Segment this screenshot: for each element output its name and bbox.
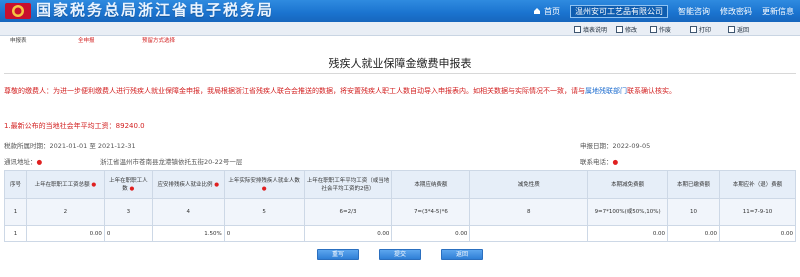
action-bar: 重写 提交 返回 [0, 249, 800, 260]
page-title: 残疾人就业保障金缴费申报表 [328, 57, 472, 70]
top-nav: 首页 温州安可工艺品有限公司 智能咨询 修改密码 更新信息 [533, 0, 794, 22]
period-row: 税款所属时期：2021-01-01 至 2021-12-31 申报日期：2022… [4, 140, 796, 150]
document-icon [574, 25, 581, 33]
formula-cell: 3 [103, 198, 153, 226]
home-icon [534, 8, 540, 14]
divider [4, 73, 796, 74]
print-icon [690, 25, 697, 33]
back-toolbar-label: 返回 [737, 26, 750, 34]
notice-link[interactable]: 属地残联部门 [585, 87, 627, 95]
avg-wage-cell: 0.00 [303, 225, 393, 242]
formula-cell: 7=(3*4-5)*6 [391, 198, 471, 226]
formula-cell: 2 [25, 198, 105, 226]
table-header: 上年在职职工人数 ● [103, 170, 153, 199]
crumb-status[interactable]: 全申报 [78, 36, 95, 47]
phone-label: 联系电话： [580, 158, 613, 166]
required-mark: ● [36, 158, 43, 166]
formula-cell: 4 [151, 198, 225, 226]
print-button[interactable]: 打印 [690, 24, 711, 34]
table-header: 本期减免费额 [587, 170, 669, 199]
formula-cell: 6=2/3 [303, 198, 393, 226]
void-button[interactable]: 作废 [650, 24, 671, 34]
formula-cell: 9=7*100%(或50%,10%) [587, 198, 669, 226]
salary-notice: 1.最新公布的当地社会年平均工资：89240.0 [4, 122, 145, 130]
nav-home[interactable]: 首页 [533, 6, 560, 17]
notice-lead: 尊敬的缴费人： [4, 87, 53, 95]
paid-amount-cell: 0.00 [667, 225, 720, 242]
table-header: 应安排残疾人就业比例 ● [151, 170, 225, 199]
nav-switch-identity[interactable]: 更新信息 [762, 6, 794, 17]
back-icon [728, 25, 735, 33]
disabled-count-input[interactable]: 0 [223, 225, 305, 242]
table-header: 序号 [4, 170, 27, 199]
period-value: 2021-01-01 至 2021-12-31 [49, 142, 136, 150]
levy-table: 序号 上年在职职工工资总额 ● 上年在职职工人数 ● 应安排残疾人就业比例 ● … [4, 170, 796, 242]
table-header-row: 序号 上年在职职工工资总额 ● 上年在职职工人数 ● 应安排残疾人就业比例 ● … [4, 170, 796, 199]
formula-row: 1 2 3 4 5 6=2/3 7=(3*4-5)*6 8 9=7*100%(或… [4, 198, 796, 226]
formula-cell: 1 [4, 198, 27, 226]
employee-count-input[interactable]: 0 [103, 225, 153, 242]
formula-cell: 5 [223, 198, 305, 226]
table-header: 减免性质 [469, 170, 589, 199]
nav-change-password[interactable]: 修改密码 [720, 6, 752, 17]
modify-label: 修改 [625, 26, 638, 34]
payable-cell: 0.00 [391, 225, 471, 242]
table-header: 上年实际安排残疾人就业人数 ● [223, 170, 305, 199]
table-header: 上年在职职工工资总额 ● [25, 170, 105, 199]
company-name-box[interactable]: 温州安可工艺品有限公司 [570, 4, 668, 18]
breadcrumb: 申报表 全申报 预留方式选择 [0, 36, 800, 47]
declare-date-value: 2022-09-05 [612, 142, 651, 150]
exemption-type-select[interactable] [469, 225, 589, 242]
wage-total-input[interactable]: 0.00 [25, 225, 105, 242]
fill-guide-label: 填表说明 [583, 26, 608, 34]
address-row: 通讯地址：● 浙江省温州市苍南县龙港镇依托五街20-22号一层 联系电话：● [4, 156, 796, 166]
nav-smart-advice[interactable]: 智能咨询 [678, 6, 710, 17]
period-label: 税款所属时期： [4, 142, 50, 150]
notice-tail: 联系确认核实。 [627, 87, 676, 95]
nav-home-label: 首页 [544, 6, 560, 16]
back-toolbar-button[interactable]: 返回 [728, 24, 749, 34]
formula-cell: 11=7-9-10 [719, 198, 796, 226]
row-index: 1 [4, 225, 27, 242]
fill-guide-button[interactable]: 填表说明 [574, 24, 607, 34]
table-header: 本期已缴费额 [667, 170, 720, 199]
refund-amount-cell: 0.00 [719, 225, 796, 242]
modify-button[interactable]: 修改 [616, 24, 637, 34]
address-label: 通讯地址： [4, 158, 37, 166]
site-title: 国家税务总局浙江省电子税务局 [36, 1, 275, 19]
reset-button[interactable]: 重写 [317, 249, 359, 260]
form-toolbar: 填表说明 修改 作废 打印 返回 [0, 22, 800, 36]
exemption-amount-cell: 0.00 [587, 225, 669, 242]
void-label: 作废 [659, 26, 672, 34]
notice-text: 尊敬的缴费人：为进一步便利缴费人进行残疾人就业保障金申报，我局根据浙江省残疾人联… [4, 83, 796, 100]
back-button[interactable]: 返回 [441, 249, 483, 260]
tax-emblem-icon [5, 3, 31, 19]
address-value: 浙江省温州市苍南县龙港镇依托五街20-22号一层 [100, 158, 243, 166]
print-label: 打印 [699, 26, 712, 34]
ratio-cell: 1.50% [151, 225, 225, 242]
table-header: 本期应补（退）费额 [719, 170, 796, 199]
crumb-apply[interactable]: 申报表 [10, 36, 27, 47]
submit-button[interactable]: 提交 [379, 249, 421, 260]
void-icon [650, 25, 657, 33]
table-header: 本期应纳费额 [391, 170, 471, 199]
formula-cell: 8 [469, 198, 589, 226]
table-header: 上年在职职工年平均工资（或当地社会平均工资的2倍） [303, 170, 393, 199]
edit-icon [616, 25, 623, 33]
site-header: 国家税务总局浙江省电子税务局 首页 温州安可工艺品有限公司 智能咨询 修改密码 … [0, 0, 800, 22]
declare-date-label: 申报日期： [580, 142, 613, 150]
formula-cell: 10 [667, 198, 720, 226]
notice-body: 为进一步便利缴费人进行残疾人就业保障金申报，我局根据浙江省残疾人联合会推送的数据… [53, 87, 585, 95]
crumb-tab[interactable]: 预留方式选择 [142, 36, 175, 47]
table-row: 1 0.00 0 1.50% 0 0.00 0.00 0.00 0.00 0.0… [4, 225, 796, 242]
required-mark: ● [612, 158, 619, 166]
